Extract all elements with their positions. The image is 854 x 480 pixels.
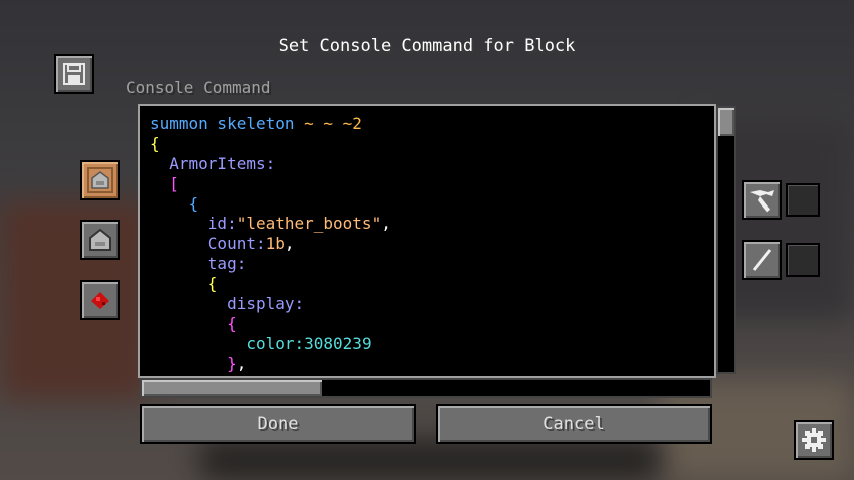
code-token: tag (150, 254, 237, 273)
code-token: , (381, 214, 391, 233)
pickaxe-slot[interactable] (786, 183, 820, 217)
code-token: } (150, 354, 237, 373)
save-button[interactable] (54, 54, 94, 94)
vertical-scrollbar-thumb[interactable] (718, 108, 734, 136)
code-token: , (236, 354, 247, 373)
code-token: ~ ~ ~2 (304, 114, 362, 133)
code-line: ArmorItems: (150, 154, 275, 174)
code-token: : (294, 334, 305, 353)
screen-title: Set Console Command for Block (278, 36, 576, 56)
code-token: : (227, 214, 237, 233)
structure-block-mode-button[interactable] (80, 220, 120, 260)
code-token: summon skeleton (150, 114, 305, 133)
code-token: : (255, 234, 266, 253)
code-token: 3080239 (304, 334, 372, 353)
code-line: color:3080239 (150, 334, 372, 354)
done-button[interactable]: Done (140, 404, 416, 444)
code-line: tag: (150, 254, 247, 274)
redstone-mode-button[interactable] (80, 280, 120, 320)
cancel-button[interactable]: Cancel (436, 404, 712, 444)
pickaxe-icon (750, 190, 774, 213)
code-token: display (150, 294, 295, 313)
code-line: { (150, 194, 199, 214)
code-line: { (150, 314, 237, 334)
code-line: Count:1b, (150, 234, 295, 254)
horizontal-scrollbar-thumb[interactable] (142, 380, 322, 396)
code-token: [ (150, 174, 179, 193)
wand-button[interactable] (742, 240, 782, 280)
floppy-disk-icon (63, 63, 85, 85)
code-line: { (150, 134, 160, 154)
stick-icon (752, 249, 772, 271)
code-token: { (150, 194, 199, 213)
code-token: { (150, 274, 218, 293)
code-token: : (294, 294, 305, 313)
vertical-scrollbar[interactable] (716, 106, 736, 374)
code-token: color (150, 334, 295, 353)
command-block-mode-button[interactable] (80, 160, 120, 200)
code-line: display: (150, 294, 304, 314)
code-token: ArmorItems (150, 154, 266, 173)
code-token: , (284, 234, 295, 253)
code-line: }, (150, 354, 246, 374)
code-token: "leather_boots" (236, 214, 382, 233)
code-token: : (265, 154, 276, 173)
code-token: { (150, 134, 160, 153)
console-command-editor[interactable]: summon skeleton ~ ~ ~2{ ArmorItems: [ { … (138, 104, 716, 378)
wand-slot[interactable] (786, 243, 820, 277)
structure-block-icon (89, 228, 111, 251)
code-line: id:"leather_boots", (150, 214, 391, 234)
code-token: : (236, 254, 247, 273)
redstone-dust-icon (91, 292, 109, 309)
code-line: summon skeleton ~ ~ ~2 (150, 114, 362, 134)
settings-button[interactable] (794, 420, 834, 460)
gear-icon (802, 428, 826, 452)
code-token: id (150, 214, 228, 233)
command-block-icon (87, 167, 113, 193)
pickaxe-button[interactable] (742, 180, 782, 220)
code-line: [ (150, 174, 179, 194)
code-line: { (150, 274, 218, 294)
code-token: Count (150, 234, 256, 253)
code-token: { (150, 314, 237, 333)
code-token: 1b (265, 234, 285, 253)
console-command-label: Console Command (126, 78, 271, 97)
